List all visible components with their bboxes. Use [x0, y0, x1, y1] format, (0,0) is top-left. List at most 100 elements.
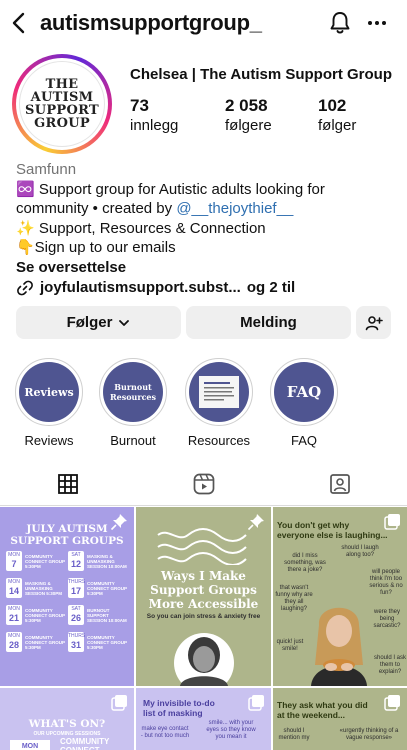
session-name: Community Connect Group 5:30pm: [25, 553, 65, 569]
todo-note: make eye contact - but not too much: [140, 726, 190, 739]
suggest-people-button[interactable]: [356, 306, 391, 339]
bio-mention-link[interactable]: @__thejoythief__: [176, 200, 293, 217]
highlight-reviews[interactable]: Reviews Reviews: [15, 358, 83, 448]
session-name: Community Connect Group 5:30pm: [87, 634, 127, 650]
day-name: SAT: [71, 606, 81, 612]
profile-tabs: [0, 462, 407, 506]
tab-posts-grid[interactable]: [0, 462, 135, 506]
session-name: Masking & Unmasking Session 5:30pm: [25, 580, 63, 596]
stat-followers-label: følgere: [225, 117, 272, 134]
calendar-row: MON 7 Community Connect Group 5:30pm SAT 1…: [6, 551, 130, 571]
post-laughing[interactable]: You don't get why everyone else is laugh…: [273, 507, 407, 686]
bio-line-3: ✨ Support, Resources & Connection: [16, 219, 266, 237]
highlight-burnout-label: Burnout: [110, 433, 156, 448]
stat-posts-label: innlegg: [130, 117, 179, 134]
session-name: Community Connect Group 5:30pm: [87, 580, 127, 596]
bio-more-links[interactable]: og 2 til: [247, 278, 295, 298]
bio-line-1: ♾️ Support group for Autistic adults loo…: [16, 180, 325, 198]
highlight-faq-label: FAQ: [290, 433, 317, 448]
wavy-lines-decoration: [157, 528, 247, 565]
post-whats-on-day: MON: [10, 740, 50, 750]
tab-tagged[interactable]: [272, 462, 407, 506]
todo-note: smile... with your eyes so they know you…: [206, 720, 256, 740]
highlight-faq-cover: FAQ: [274, 362, 334, 422]
day-number: 28: [8, 640, 19, 650]
highlight-resources-cover: [189, 362, 249, 422]
day-name: MON: [8, 633, 20, 639]
thought-bubble: did I miss something, was there a joke?: [284, 553, 326, 573]
posts-grid: JULY AUTISM SUPPORT GROUPS MON 7 Communit…: [0, 507, 407, 750]
notification-bell-icon[interactable]: [328, 10, 352, 36]
following-button[interactable]: Følger: [16, 306, 181, 339]
avatar[interactable]: THE AUTISM SUPPORT GROUP: [12, 54, 112, 154]
highlight-resources[interactable]: Resources: [185, 358, 253, 448]
grid-icon: [57, 474, 78, 494]
bio-category: Samfunn: [16, 161, 77, 178]
more-options-icon[interactable]: [366, 12, 388, 34]
tabs-divider: [0, 505, 407, 506]
stat-followers[interactable]: 2 058 følgere: [225, 96, 272, 134]
stat-posts-count: 73: [130, 96, 149, 115]
post-july-title: JULY AUTISM SUPPORT GROUPS: [10, 523, 124, 547]
calendar-row: MON 14 Masking & Unmasking Session 5:30pm…: [6, 578, 130, 598]
highlight-burnout[interactable]: Burnout Resources Burnout: [99, 358, 167, 448]
post-weekend[interactable]: They ask what you did at the weekend... …: [273, 688, 407, 750]
july-calendar: MON 7 Community Connect Group 5:30pm SAT 1…: [6, 551, 130, 659]
day-name: MON: [8, 579, 20, 585]
highlight-reviews-label: Reviews: [24, 433, 74, 448]
thought-bubble: «urgently thinking of a vague response»: [339, 728, 399, 741]
document-thumbnail-icon: [199, 376, 239, 408]
woman-eating-photo: [311, 607, 367, 686]
post-masking-title: My invisible to-do list of masking: [143, 698, 215, 718]
post-weekend-title: They ask what you did at the weekend...: [277, 700, 368, 720]
stat-followers-count: 2 058: [225, 96, 268, 115]
link-icon: [17, 280, 33, 296]
thought-bubble: should I ask them to explain?: [373, 655, 407, 675]
calendar-day: MON 28: [6, 632, 22, 652]
thought-bubble: were they being sarcastic?: [373, 609, 401, 629]
post-whats-on-title: WHAT'S ON?: [28, 718, 106, 730]
post-laughing-title: You don't get why everyone else is laugh…: [277, 520, 388, 540]
thought-bubble: quick! just smile!: [276, 639, 304, 652]
calendar-day: SAT 12: [68, 551, 84, 571]
day-name: THURS: [68, 579, 86, 585]
highlight-faq[interactable]: FAQ FAQ: [270, 358, 338, 448]
see-translation-link[interactable]: Se oversettelse: [16, 258, 396, 278]
message-button[interactable]: Melding: [186, 306, 351, 339]
back-arrow-icon[interactable]: [8, 10, 32, 36]
post-whats-on[interactable]: WHAT'S ON? OUR UPCOMING SESSIONS MON COM…: [0, 688, 134, 750]
following-button-label: Følger: [66, 314, 113, 331]
calendar-day: THURS 17: [68, 578, 86, 598]
day-name: MON: [8, 552, 20, 558]
thought-bubble: will people think I'm too serious & no f…: [369, 569, 403, 596]
person-photo-graphic: [174, 633, 234, 686]
bio-website-row[interactable]: joyfulautismsupport.subst... og 2 til: [16, 278, 396, 298]
post-accessible-title: Ways I Make Support Groups More Accessib…: [148, 569, 259, 611]
post-accessible-groups[interactable]: Ways I Make Support Groups More Accessib…: [136, 507, 271, 686]
top-bar: autismsupportgroup_: [0, 0, 407, 48]
bio-line-4: 👇Sign up to our emails: [16, 239, 176, 256]
bio-line-2: community • created by @__thejoythief__: [16, 199, 396, 219]
profile-username: autismsupportgroup_: [40, 10, 262, 35]
avatar-logo-text: THE AUTISM SUPPORT GROUP: [25, 77, 99, 131]
tagged-person-icon: [329, 474, 350, 494]
day-number: 17: [70, 586, 81, 596]
post-masking-list[interactable]: My invisible to-do list of masking make …: [136, 688, 271, 750]
day-number: 31: [70, 640, 81, 650]
add-person-icon: [365, 315, 383, 330]
session-name: Masking & Unmasking Session 10:00am: [87, 553, 127, 569]
carousel-icon: [111, 695, 127, 711]
stat-following[interactable]: 102 følger: [318, 96, 356, 134]
thought-bubble: should I laugh along too?: [341, 545, 379, 558]
day-number: 12: [70, 559, 81, 569]
highlight-reviews-cover: Reviews: [19, 362, 79, 422]
post-july-schedule[interactable]: JULY AUTISM SUPPORT GROUPS MON 7 Communit…: [0, 507, 134, 686]
bio-line-2-text: community • created by: [16, 200, 177, 217]
bio-website-link[interactable]: joyfulautismsupport.subst...: [40, 278, 241, 298]
day-name: SAT: [71, 552, 81, 558]
calendar-row: MON 28 Community Connect Group 5:30pm THU…: [6, 632, 130, 652]
session-name: Community Connect Group 5:30pm: [25, 634, 65, 650]
day-number: 21: [8, 613, 19, 623]
calendar-day: MON 21: [6, 605, 22, 625]
tab-reels[interactable]: [136, 462, 271, 506]
